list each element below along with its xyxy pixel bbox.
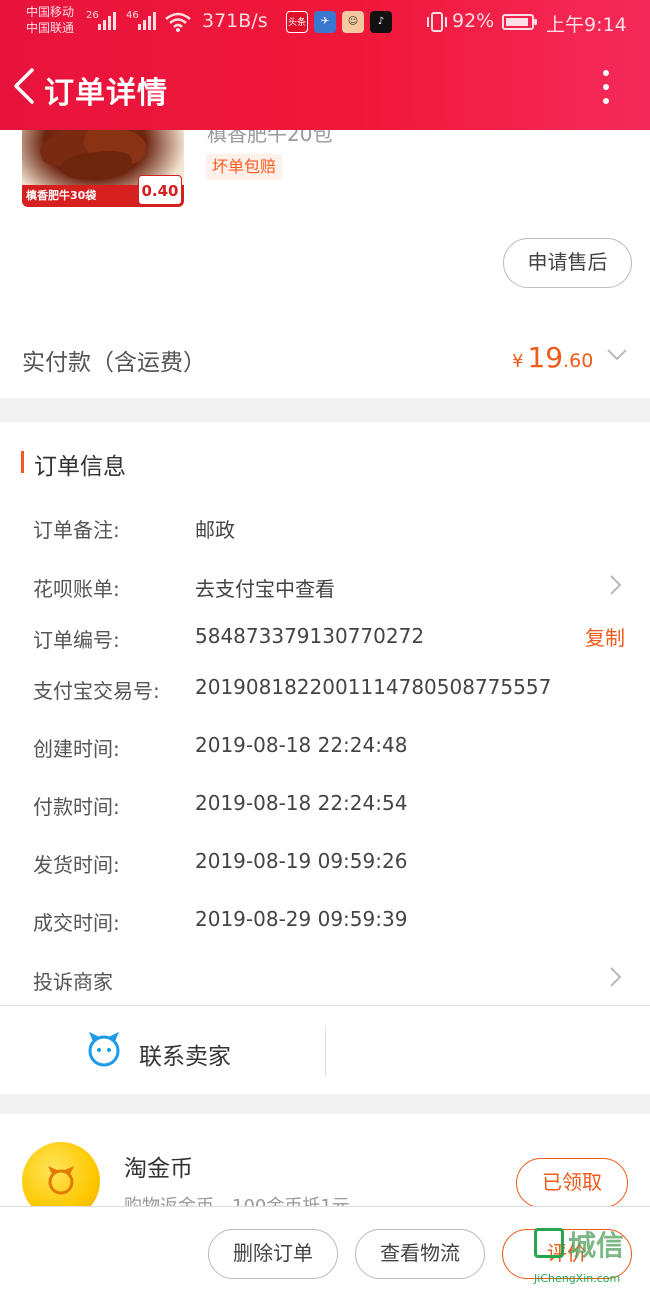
completed-time-value: 2019-08-29 09:59:39	[195, 907, 408, 931]
paid-amount: ¥19.60	[512, 341, 593, 374]
contact-seller-label: 联系卖家	[139, 1044, 231, 1070]
watermark-icon	[534, 1228, 564, 1258]
view-logistics-button[interactable]: 查看物流	[355, 1229, 485, 1279]
carrier-info: 中国移动 中国联通	[26, 4, 74, 36]
huabei-bill-label: 花呗账单:	[33, 577, 120, 601]
order-info-title: 订单信息	[34, 454, 126, 480]
delete-order-button[interactable]: 删除订单	[208, 1229, 338, 1279]
contact-seller-button[interactable]: 联系卖家	[0, 1006, 325, 1094]
paid-time-label: 付款时间:	[33, 795, 120, 819]
battery-fill	[506, 18, 529, 26]
battery-percent: 92%	[452, 10, 495, 32]
chevron-down-icon[interactable]	[606, 348, 628, 362]
network-type-1: 26	[86, 10, 99, 21]
thumbnail-price: 0.40	[138, 175, 182, 205]
network-type-2: 46	[126, 10, 139, 21]
section-gap	[0, 398, 650, 422]
order-number-label: 订单编号:	[33, 628, 120, 652]
watermark-url: JiChengXin.com	[534, 1272, 621, 1285]
vibrate-icon	[427, 12, 447, 32]
chevron-right-icon[interactable]	[608, 966, 622, 988]
section-gap	[0, 1094, 650, 1114]
huabei-bill-link[interactable]: 去支付宝中查看	[195, 573, 335, 602]
tiktok-icon: ♪	[370, 11, 392, 33]
avatar-notification-icon: ☺	[342, 11, 364, 33]
toutiao-icon: 头条	[286, 11, 308, 33]
completed-time-label: 成交时间:	[33, 911, 120, 935]
created-time-label: 创建时间:	[33, 737, 120, 761]
order-note-label: 订单备注:	[33, 518, 120, 542]
alipay-trade-value: 2019081822001114780508775557	[195, 675, 552, 699]
paid-time-value: 2019-08-18 22:24:54	[195, 791, 408, 815]
paid-amount-label: 实付款（含运费）	[22, 350, 206, 376]
chevron-right-icon[interactable]	[608, 574, 622, 596]
vertical-divider	[325, 1026, 326, 1076]
network-speed: 371B/s	[202, 10, 268, 32]
watermark-logo: 城信 JiChengXin.com	[534, 1222, 646, 1296]
copy-button[interactable]: 复制	[585, 622, 625, 651]
signal-icon-2	[138, 12, 156, 30]
shipped-time-value: 2019-08-19 09:59:26	[195, 849, 408, 873]
amount-decimal: .60	[563, 350, 594, 372]
complain-merchant-link[interactable]: 投诉商家	[33, 966, 113, 995]
wifi-icon	[165, 12, 191, 32]
guarantee-badge: 坏单包赔	[206, 154, 283, 180]
back-arrow-icon[interactable]	[10, 66, 38, 106]
after-sale-button[interactable]: 申请售后	[503, 238, 632, 288]
app-notification-icon: ✈	[314, 11, 336, 33]
signal-icon	[98, 12, 116, 30]
more-menu-icon[interactable]	[596, 70, 616, 106]
watermark-text: 城信	[568, 1229, 625, 1262]
shipped-time-label: 发货时间:	[33, 853, 120, 877]
page-title: 订单详情	[44, 76, 168, 111]
section-accent-bar	[21, 451, 24, 473]
chat-face-icon	[88, 1032, 120, 1067]
app-header: 中国移动 中国联通 26 46 371B/s 头条 ✈ ☺ ♪ 92% 上午9:…	[0, 0, 650, 130]
order-note-value: 邮政	[195, 518, 235, 542]
alipay-trade-label: 支付宝交易号:	[33, 679, 160, 703]
created-time-value: 2019-08-18 22:24:48	[195, 733, 408, 757]
amount-integer: 19	[527, 341, 564, 374]
carrier-1: 中国移动	[26, 5, 75, 19]
coins-claimed-button[interactable]: 已领取	[516, 1158, 628, 1208]
order-number-value: 584873379130770272	[195, 624, 425, 648]
battery-icon	[502, 14, 537, 30]
clock: 上午9:14	[546, 14, 627, 36]
status-bar: 中国移动 中国联通 26 46 371B/s 头条 ✈ ☺ ♪ 92% 上午9:…	[0, 0, 650, 44]
coins-title: 淘金币	[124, 1156, 193, 1182]
coin-face-icon	[47, 1166, 75, 1195]
currency-symbol: ¥	[512, 351, 524, 372]
carrier-2: 中国联通	[26, 21, 75, 35]
